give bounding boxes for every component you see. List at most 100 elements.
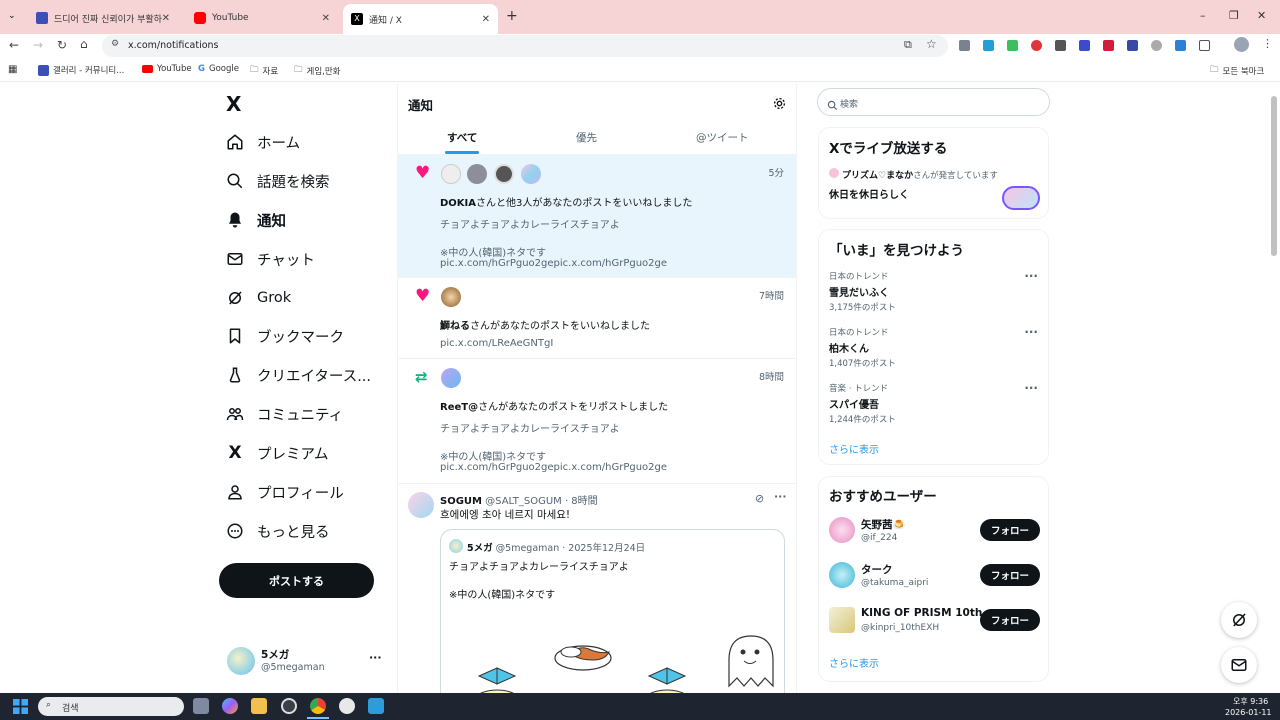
post-excerpt-link[interactable]: pic.x.com/hGrPguo2gepic.x.com/hGrPguo2ge [440, 462, 667, 473]
adblock-extension-icon[interactable] [1031, 40, 1042, 51]
tab-priority[interactable]: 優先 [576, 130, 597, 145]
task-view-icon[interactable] [193, 698, 209, 714]
chrome-icon[interactable] [310, 698, 326, 714]
app-icon[interactable] [368, 698, 384, 714]
search-box[interactable]: 検索 [817, 88, 1050, 116]
sidebar-item-chat[interactable]: チャット [226, 247, 315, 271]
avatar[interactable] [521, 164, 541, 184]
new-tab-button[interactable]: + [506, 8, 518, 24]
quoted-image[interactable] [441, 630, 784, 694]
post-excerpt-link[interactable]: pic.x.com/hGrPguo2gepic.x.com/hGrPguo2ge [440, 258, 667, 269]
extension-icon[interactable] [1127, 40, 1138, 51]
avatar[interactable] [441, 164, 461, 184]
trend-more-icon[interactable]: ··· [1024, 325, 1038, 339]
account-switcher[interactable]: 5メガ @5megaman ··· [219, 641, 389, 681]
sidebar-item-more[interactable]: もっと見る [226, 519, 330, 543]
trend-item[interactable]: 日本のトレンド 柏木くん 1,407件のポスト [829, 326, 896, 369]
taskbar-search-box[interactable]: ⌕ 검색 [38, 697, 184, 716]
taskbar-search-input[interactable]: 검색 [62, 701, 79, 714]
post-excerpt-link[interactable]: pic.x.com/LReAeGNTgI [440, 338, 553, 349]
post-button[interactable]: ポストする [219, 563, 374, 598]
site-info-icon[interactable]: ⚙ [111, 39, 119, 49]
install-app-icon[interactable]: ⧉ [904, 38, 912, 52]
avatar[interactable] [467, 164, 487, 184]
search-input[interactable]: 検索 [840, 97, 858, 110]
bookmark-folder[interactable]: 🗀 게임,만화 [294, 64, 341, 78]
extension-icon[interactable] [959, 40, 970, 51]
app-icon[interactable] [339, 698, 355, 714]
post-more-icon[interactable]: ··· [774, 490, 787, 503]
bookmark-item[interactable]: YouTube [142, 64, 192, 74]
extension-icon[interactable] [1055, 40, 1066, 51]
avatar[interactable] [441, 368, 461, 388]
sidebar-item-explore[interactable]: 話題を検索 [226, 169, 330, 193]
avatar[interactable] [829, 517, 855, 543]
user-name[interactable]: KING OF PRISM 10th ... [861, 607, 998, 619]
bookmark-item[interactable]: G Google [198, 64, 239, 74]
close-window-button[interactable]: ✕ [1257, 9, 1266, 22]
browser-tab-1[interactable]: 드디어 진짜 신뢰이가 부활하다 ✕ [28, 6, 178, 30]
notification-like[interactable]: ♥ 5分 DOKIAさんと他3人があなたのポストをいいねしました チョアよチョア… [398, 155, 796, 278]
notification-repost[interactable]: ⇄ 8時間 ReeT@さんがあなたのポストをリポストしました チョアよチョアよカ… [398, 359, 796, 484]
trend-item[interactable]: 日本のトレンド 雪見だいふく 3,175件のポスト [829, 270, 896, 313]
page-scrollbar[interactable] [1271, 96, 1277, 256]
user-name[interactable]: ターク [861, 562, 893, 577]
copilot-icon[interactable] [222, 698, 238, 714]
tab-close-icon[interactable]: ✕ [162, 13, 170, 24]
home-button-icon[interactable]: ⌂ [80, 37, 88, 51]
clock-date[interactable]: 2026-01-11 [1225, 708, 1272, 717]
bookmark-item[interactable]: 갤러리 - 커뮤니티... [38, 64, 124, 76]
extension-icon[interactable] [1151, 40, 1162, 51]
forward-arrow-icon[interactable]: → [33, 38, 43, 52]
author-name[interactable]: SOGUM [440, 496, 482, 507]
actor-name[interactable]: 鰤ねる [440, 321, 470, 332]
follow-button[interactable]: フォロー [980, 564, 1040, 586]
sidebar-item-premium[interactable]: X プレミアム [226, 441, 328, 465]
all-bookmarks-folder[interactable]: 🗀 모든 북마크 [1210, 64, 1264, 78]
tab-close-icon[interactable]: ✕ [482, 14, 490, 25]
bookmark-folder[interactable]: 🗀 자료 [250, 64, 278, 78]
back-arrow-icon[interactable]: ← [9, 38, 19, 52]
extension-icon[interactable] [1079, 40, 1090, 51]
clock-time[interactable]: 오후 9:36 [1233, 696, 1268, 707]
browser-tab-3-active[interactable]: X 通知 / X ✕ [343, 4, 498, 34]
account-more-icon[interactable]: ··· [369, 651, 382, 664]
app-icon[interactable] [281, 698, 297, 714]
reply-post[interactable]: SOGUM @SALT_SOGUM · 8時間 ⊘ ··· 흐에에엥 초아 네르… [398, 484, 796, 694]
sidebar-item-grok[interactable]: Grok [226, 286, 291, 310]
url-text[interactable]: x.com/notifications [128, 40, 219, 51]
sidebar-item-communities[interactable]: コミュニティ [226, 402, 343, 426]
trend-item[interactable]: 音楽 · トレンド スパイ優吾 1,244件のポスト [829, 382, 896, 425]
trend-more-icon[interactable]: ··· [1024, 269, 1038, 283]
maximize-button[interactable]: ❐ [1229, 9, 1239, 22]
actor-name[interactable]: ReeT@ [440, 402, 478, 413]
live-host-line[interactable]: プリズム♡まなかさんが発言しています [842, 168, 998, 181]
avatar[interactable] [494, 164, 514, 184]
trend-more-icon[interactable]: ··· [1024, 381, 1038, 395]
bookmark-star-icon[interactable]: ☆ [926, 37, 937, 51]
trends-show-more-link[interactable]: さらに表示 [829, 441, 879, 456]
grok-fab-button[interactable] [1221, 602, 1257, 638]
tab-all[interactable]: すべて [447, 130, 477, 145]
address-bar[interactable]: ⚙ x.com/notifications ⧉ ☆ [102, 35, 948, 57]
sidebar-item-bookmarks[interactable]: ブックマーク [226, 324, 344, 348]
follow-show-more-link[interactable]: さらに表示 [829, 655, 879, 670]
live-avatars[interactable] [1002, 186, 1040, 210]
quoted-post[interactable]: 5メガ @5megaman · 2025年12月24日 チョアよチョアよカレーラ… [440, 529, 785, 694]
follow-button[interactable]: フォロー [980, 519, 1040, 541]
user-name[interactable]: 矢野茜🍮 [861, 517, 906, 532]
grok-post-icon[interactable]: ⊘ [755, 492, 764, 505]
avatar[interactable] [441, 287, 461, 307]
profile-avatar-icon[interactable] [1234, 37, 1249, 52]
messages-fab-button[interactable] [1221, 647, 1257, 683]
notification-like[interactable]: ♥ 7時間 鰤ねるさんがあなたのポストをいいねしました pic.x.com/LR… [398, 278, 796, 359]
live-topic[interactable]: 休日を休日らしく [829, 186, 909, 201]
tab-close-icon[interactable]: ✕ [322, 13, 330, 24]
sidebar-item-notifications[interactable]: 通知 [226, 208, 286, 232]
sidebar-item-creator-studio[interactable]: クリエイタース... [226, 363, 371, 387]
browser-menu-icon[interactable]: ⋮ [1262, 37, 1273, 50]
sidebar-item-home[interactable]: ホーム [226, 130, 300, 154]
author-handle[interactable]: @SALT_SOGUM [485, 496, 562, 507]
reload-icon[interactable]: ↻ [57, 38, 67, 52]
avatar[interactable] [829, 562, 855, 588]
